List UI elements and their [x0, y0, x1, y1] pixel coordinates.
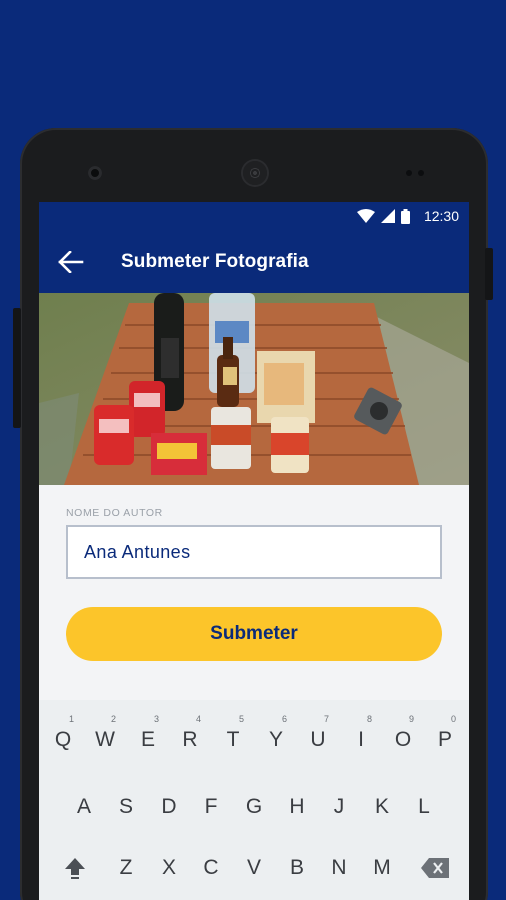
- key-e[interactable]: E3: [128, 712, 168, 768]
- key-hint: 7: [323, 714, 329, 724]
- arrow-left-icon: [58, 250, 84, 273]
- key-f[interactable]: F: [191, 779, 231, 835]
- submit-button[interactable]: Submeter: [66, 607, 442, 661]
- key-hint: 2: [110, 714, 116, 724]
- battery-icon: [400, 208, 410, 224]
- key-u[interactable]: U7: [298, 712, 338, 768]
- key-hint: 3: [153, 714, 159, 724]
- key-hint: 9: [408, 714, 414, 724]
- key-hint: 4: [195, 714, 201, 724]
- key-label: Y: [268, 728, 283, 751]
- key-x[interactable]: X: [149, 840, 189, 896]
- key-a[interactable]: A: [64, 779, 104, 835]
- key-i[interactable]: I8: [341, 712, 381, 768]
- key-k[interactable]: K: [362, 779, 402, 835]
- key-hint: 5: [238, 714, 244, 724]
- key-p[interactable]: P0: [425, 712, 465, 768]
- app-screen: 12:30 Submeter Fotografia NOME DO AUTOR …: [39, 202, 469, 900]
- key-c[interactable]: C: [191, 840, 231, 896]
- phone-side-button: [485, 248, 493, 300]
- keyboard-row-3: Z X C V B N M: [39, 840, 469, 896]
- key-z[interactable]: Z: [106, 840, 146, 896]
- submission-form: NOME DO AUTOR Ana Antunes Submeter: [39, 485, 469, 661]
- key-r[interactable]: R4: [170, 712, 210, 768]
- key-s[interactable]: S: [106, 779, 146, 835]
- back-button[interactable]: [39, 230, 103, 293]
- key-label: U: [310, 728, 326, 751]
- author-name-input[interactable]: Ana Antunes: [66, 525, 442, 579]
- key-label: T: [226, 728, 240, 751]
- key-h[interactable]: H: [277, 779, 317, 835]
- key-hint: 1: [68, 714, 74, 724]
- key-label: R: [182, 728, 198, 751]
- key-o[interactable]: O9: [383, 712, 423, 768]
- key-label: E: [140, 728, 155, 751]
- app-bar: Submeter Fotografia: [39, 230, 469, 293]
- page-title: Submeter Fotografia: [121, 250, 309, 272]
- key-j[interactable]: J: [319, 779, 359, 835]
- key-label: O: [394, 728, 412, 751]
- key-t[interactable]: T5: [213, 712, 253, 768]
- key-y[interactable]: Y6: [256, 712, 296, 768]
- on-screen-keyboard: Q1 W2 E3 R4 T5 Y6 U7 I8 O9 P0 A S D F G …: [39, 700, 469, 900]
- key-m[interactable]: M: [362, 840, 402, 896]
- proximity-sensor: [406, 170, 412, 176]
- front-camera: [88, 166, 102, 180]
- key-v[interactable]: V: [234, 840, 274, 896]
- shift-icon: [65, 858, 85, 879]
- submitted-photo: [39, 293, 469, 485]
- key-label: W: [95, 728, 115, 751]
- signal-icon: [380, 209, 395, 223]
- keyboard-row-1: Q1 W2 E3 R4 T5 Y6 U7 I8 O9 P0: [39, 712, 469, 768]
- key-g[interactable]: G: [234, 779, 274, 835]
- key-n[interactable]: N: [319, 840, 359, 896]
- backspace-key[interactable]: [411, 840, 459, 896]
- backspace-icon: [421, 858, 449, 878]
- earpiece-speaker: [243, 161, 267, 185]
- key-hint: 6: [281, 714, 287, 724]
- status-time: 12:30: [423, 208, 459, 224]
- key-hint: 8: [366, 714, 372, 724]
- key-label: I: [358, 728, 364, 751]
- phone-side-button: [13, 308, 21, 428]
- author-name-label: NOME DO AUTOR: [66, 507, 163, 519]
- wifi-icon: [356, 209, 375, 223]
- keyboard-row-2: A S D F G H J K L: [39, 779, 469, 835]
- status-bar: 12:30: [39, 202, 469, 230]
- key-l[interactable]: L: [404, 779, 444, 835]
- shift-key[interactable]: [53, 840, 97, 896]
- key-b[interactable]: B: [277, 840, 317, 896]
- key-label: Q: [54, 728, 72, 751]
- key-label: P: [437, 728, 452, 751]
- key-hint: 0: [450, 714, 456, 724]
- key-w[interactable]: W2: [85, 712, 125, 768]
- key-q[interactable]: Q1: [43, 712, 83, 768]
- light-sensor: [418, 170, 424, 176]
- key-d[interactable]: D: [149, 779, 189, 835]
